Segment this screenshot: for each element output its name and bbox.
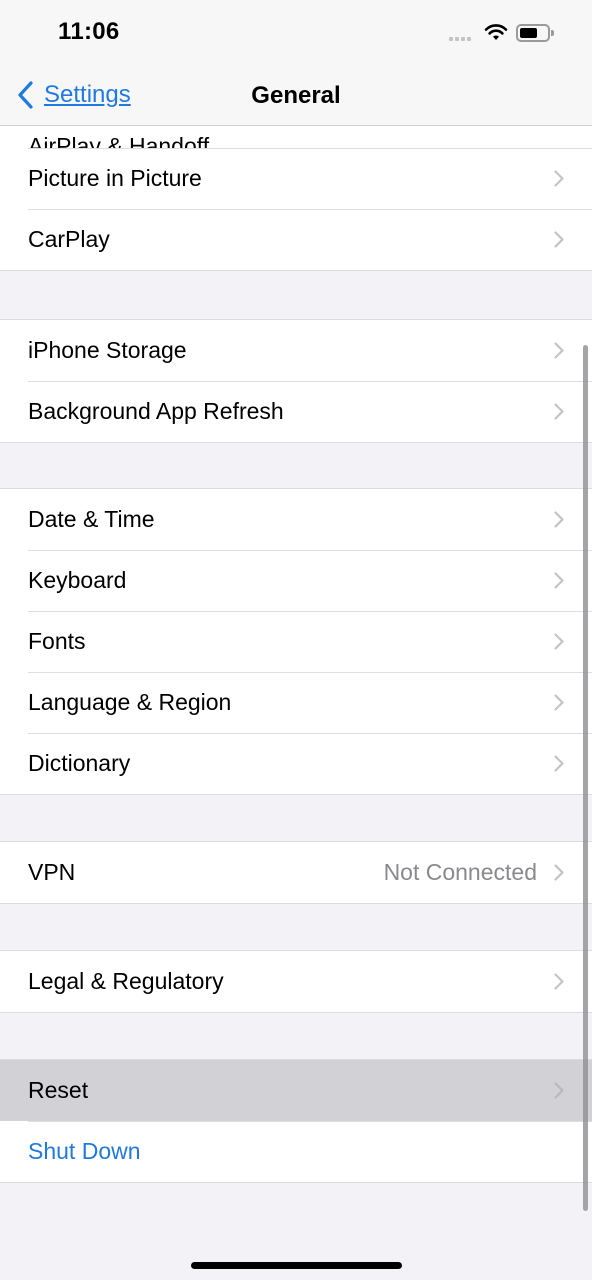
row-label: Fonts	[28, 628, 86, 654]
shut-down-button[interactable]: Shut Down	[0, 1121, 592, 1182]
chevron-right-icon	[554, 403, 564, 420]
row-carplay[interactable]: CarPlay	[0, 209, 592, 270]
row-date-time[interactable]: Date & Time	[0, 489, 592, 550]
chevron-right-icon	[554, 572, 564, 589]
home-indicator[interactable]	[191, 1262, 402, 1269]
row-reset[interactable]: Reset	[0, 1060, 592, 1121]
row-label: Dictionary	[28, 750, 131, 776]
chevron-right-icon	[554, 511, 564, 528]
navigation-bar: Settings General	[0, 66, 592, 126]
status-time: 11:06	[58, 18, 120, 45]
row-keyboard[interactable]: Keyboard	[0, 550, 592, 611]
row-label: Keyboard	[28, 567, 127, 593]
row-fonts[interactable]: Fonts	[0, 611, 592, 672]
group-storage: iPhone Storage Background App Refresh	[0, 319, 592, 443]
row-label: Shut Down	[28, 1138, 141, 1164]
scrollbar[interactable]	[583, 345, 588, 1211]
row-dictionary[interactable]: Dictionary	[0, 733, 592, 794]
wifi-icon	[484, 24, 508, 40]
row-language-region[interactable]: Language & Region	[0, 672, 592, 733]
row-legal-regulatory[interactable]: Legal & Regulatory	[0, 951, 592, 1012]
row-label: Language & Region	[28, 689, 232, 715]
chevron-right-icon	[554, 231, 564, 248]
row-background-app-refresh[interactable]: Background App Refresh	[0, 381, 592, 442]
row-label: iPhone Storage	[28, 337, 187, 363]
group-legal: Legal & Regulatory	[0, 950, 592, 1013]
cellular-signal-icon	[449, 37, 471, 41]
row-airplay-handoff[interactable]: AirPlay & Handoff	[0, 126, 592, 148]
chevron-right-icon	[554, 342, 564, 359]
row-picture-in-picture[interactable]: Picture in Picture	[0, 148, 592, 209]
group-display: AirPlay & Handoff Picture in Picture Car…	[0, 125, 592, 271]
vpn-status-value: Not Connected	[383, 859, 537, 885]
chevron-right-icon	[554, 755, 564, 772]
battery-icon	[516, 24, 554, 42]
chevron-right-icon	[554, 633, 564, 650]
chevron-right-icon	[554, 694, 564, 711]
row-label: VPN	[28, 859, 76, 885]
row-label: AirPlay & Handoff	[28, 133, 210, 148]
page-title: General	[251, 82, 341, 109]
status-bar: 11:06	[0, 0, 592, 66]
group-reset: Reset Shut Down	[0, 1059, 592, 1183]
row-label: Background App Refresh	[28, 398, 284, 424]
row-label: Picture in Picture	[28, 165, 202, 191]
chevron-right-icon	[554, 973, 564, 990]
row-label: Reset	[28, 1077, 89, 1103]
group-locale: Date & Time Keyboard Fonts Language & Re…	[0, 488, 592, 795]
row-label: Legal & Regulatory	[28, 968, 224, 994]
chevron-right-icon	[554, 1082, 564, 1099]
chevron-right-icon	[554, 864, 564, 881]
row-label: Date & Time	[28, 506, 155, 532]
row-vpn[interactable]: VPN Not Connected	[0, 842, 592, 903]
chevron-right-icon	[554, 170, 564, 187]
group-vpn: VPN Not Connected	[0, 841, 592, 904]
row-iphone-storage[interactable]: iPhone Storage	[0, 320, 592, 381]
row-label: CarPlay	[28, 226, 110, 252]
